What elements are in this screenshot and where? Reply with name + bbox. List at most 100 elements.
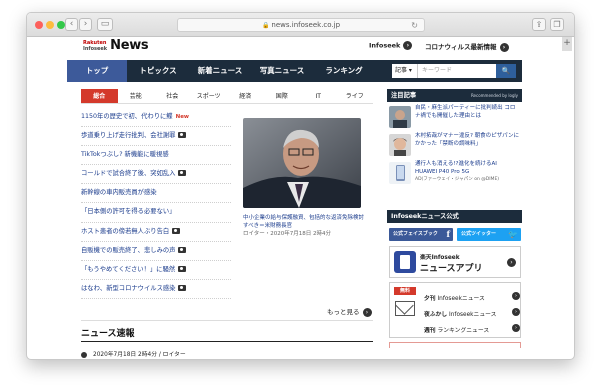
camera-icon bbox=[172, 227, 181, 234]
article-title: 「日本側の許可を得る必要ない」 bbox=[81, 208, 176, 216]
tab-keizai[interactable]: 経済 bbox=[227, 89, 264, 103]
sokuho-item-text: 2020年7月18日 2時4分 / ロイター bbox=[93, 352, 186, 358]
new-badge: New bbox=[175, 114, 190, 120]
logo-wordmark: Rakuten Infoseek bbox=[83, 40, 107, 52]
list-item[interactable]: はなわ、新型コロナウイルス感染 bbox=[81, 280, 231, 299]
search-input[interactable]: キーワード bbox=[418, 64, 496, 78]
mail-row-name: 夜ふかし bbox=[424, 312, 448, 318]
facebook-button[interactable]: 公式フェイスブック f bbox=[389, 228, 453, 241]
envelope-icon bbox=[395, 301, 415, 316]
twitter-icon: 🐦 bbox=[508, 230, 518, 239]
chevron-right-icon: › bbox=[512, 324, 520, 332]
camera-icon bbox=[178, 246, 187, 253]
tab-geinou[interactable]: 芸能 bbox=[118, 89, 155, 103]
list-item[interactable]: 1150年の歴史で初、代わりに鰈 New bbox=[81, 108, 231, 128]
article-title: コールドで試合終了後、突如乱入 bbox=[81, 170, 176, 178]
chui-header-title: 注目記事 bbox=[391, 92, 417, 99]
browser-window: ‹ › ▭ 🔒 news.infoseek.co.jp ↻ ⇪ ❐ + Rakut… bbox=[26, 12, 575, 360]
list-item[interactable]: コールドで試合終了後、突如乱入 bbox=[81, 165, 231, 185]
tab-sougou[interactable]: 総合 bbox=[81, 89, 118, 103]
article-title: ホスト患者の傍若無人ぶり告白 bbox=[81, 227, 170, 235]
camera-icon bbox=[178, 170, 187, 177]
article-title: TikTokつぶし? 新機能に暖視感 bbox=[81, 151, 169, 159]
article-list: 1150年の歴史で初、代わりに鰈 New 歩道乗り上げ走行批判、会社謝罪 TikT… bbox=[81, 108, 231, 299]
tab-life[interactable]: ライフ bbox=[337, 89, 374, 103]
featured-photo[interactable] bbox=[243, 118, 361, 208]
search-button[interactable]: 🔍 bbox=[496, 64, 516, 78]
facebook-label: 公式フェイスブック bbox=[393, 231, 438, 237]
nav-topics[interactable]: トピックス bbox=[127, 60, 189, 82]
featured-title: 中小企業の給与保護融資、包括的な返済免除検討すべき＝米財務長官 bbox=[243, 215, 365, 229]
chui-item[interactable]: 通行人も消える!?進化を続けるAI HUAWEI P40 Pro 5G AD(フ… bbox=[389, 160, 521, 188]
chui-item-text-wrap: 通行人も消える!?進化を続けるAI HUAWEI P40 Pro 5G AD(フ… bbox=[415, 161, 519, 184]
twitter-button[interactable]: 公式ツイッター 🐦 bbox=[457, 228, 521, 241]
search-type-select[interactable]: 記事 ▾ bbox=[392, 64, 418, 78]
list-item[interactable]: 歩道乗り上げ走行批判、会社謝罪 bbox=[81, 127, 231, 147]
list-item[interactable]: TikTokつぶし? 新機能に暖視感 bbox=[81, 146, 231, 166]
koushiki-header-title: Infoseekニュース公式 bbox=[391, 213, 459, 220]
tab-kokusai[interactable]: 国際 bbox=[264, 89, 301, 103]
search-form: 記事 ▾ キーワード 🔍 bbox=[392, 64, 516, 78]
free-badge: 無料 bbox=[394, 287, 416, 295]
camera-icon bbox=[178, 132, 187, 139]
chui-item[interactable]: 自民・麻生派パーティーに批判続出 コロナ禍でも開催した理由とは bbox=[389, 104, 521, 132]
tab-it[interactable]: IT bbox=[300, 89, 337, 103]
article-title: 「もうやめてください！」に騒然 bbox=[81, 265, 176, 273]
article-title: 新幹線の車内販売員が感染 bbox=[81, 189, 157, 197]
chevron-right-icon: › bbox=[507, 258, 516, 267]
app-promo[interactable]: 楽天Infoseek ニュースアプリ › bbox=[389, 246, 521, 278]
nav-top[interactable]: トップ bbox=[67, 60, 127, 82]
tab-shakai[interactable]: 社会 bbox=[154, 89, 191, 103]
chevron-right-icon: › bbox=[362, 307, 372, 317]
chevron-right-icon: › bbox=[512, 308, 520, 316]
more-link[interactable]: もっと見る › bbox=[327, 306, 372, 317]
chui-item-text: 自民・麻生派パーティーに批判続出 コロナ禍でも開催した理由とは bbox=[415, 105, 516, 119]
chui-item-text: 木村拓哉がマナー違反? 朝食のピザパンにかかった「禁断の調味料」 bbox=[415, 133, 519, 147]
list-item[interactable]: ホスト患者の傍若無人ぶり告白 bbox=[81, 223, 231, 242]
list-item[interactable]: 自販機での販売終了、悲しみの声 bbox=[81, 242, 231, 261]
mail-row-yofukashi[interactable]: 夜ふかし Infoseekニュース › bbox=[424, 308, 520, 318]
app-icon bbox=[394, 251, 416, 273]
category-tabs: 総合 芸能 社会 スポーツ 経済 国際 IT ライフ bbox=[81, 89, 373, 104]
chui-item[interactable]: 木村拓哉がマナー違反? 朝食のピザパンにかかった「禁断の調味料」 bbox=[389, 132, 521, 160]
list-item[interactable]: 「日本側の許可を得る必要ない」 bbox=[81, 203, 231, 223]
nav-ranking[interactable]: ランキング bbox=[313, 60, 375, 82]
site-logo[interactable]: Rakuten Infoseek News bbox=[83, 38, 149, 53]
nav-new-news[interactable]: 新着ニュース bbox=[189, 60, 251, 82]
ad-box-edge bbox=[389, 342, 521, 348]
chevron-right-icon: › bbox=[499, 42, 509, 52]
bullet-icon bbox=[81, 351, 87, 358]
article-title: 1150年の歴史で初、代わりに鰈 bbox=[81, 113, 173, 120]
article-title: 歩道乗り上げ走行批判、会社謝罪 bbox=[81, 132, 176, 140]
tab-sports[interactable]: スポーツ bbox=[191, 89, 228, 103]
chevron-right-icon: › bbox=[512, 292, 520, 300]
nav-photo-news[interactable]: 写真ニュース bbox=[251, 60, 313, 82]
koushiki-header: Infoseekニュース公式 bbox=[387, 210, 522, 223]
page-content: Rakuten Infoseek News Infoseek › コロナウィルス最… bbox=[27, 13, 574, 359]
list-item[interactable]: 「もうやめてください！」に騒然 bbox=[81, 261, 231, 280]
corona-link[interactable]: コロナウィルス最新情報 › bbox=[425, 41, 509, 52]
article-title: 自販機での販売終了、悲しみの声 bbox=[81, 246, 176, 254]
global-nav: トップ トピックス 新着ニュース 写真ニュース ランキング 記事 ▾ キーワード… bbox=[67, 60, 522, 82]
sokuho-item[interactable]: 2020年7月18日 2時4分 / ロイター bbox=[81, 349, 186, 358]
featured-caption[interactable]: 中小企業の給与保護融資、包括的な返済免除検討すべき＝米財務長官 ロイター・202… bbox=[243, 214, 369, 238]
search-icon: 🔍 bbox=[501, 67, 511, 75]
divider bbox=[81, 341, 373, 342]
chui-header: 注目記事 Recommended by logly bbox=[387, 89, 522, 102]
divider bbox=[81, 320, 373, 321]
mail-row-text: Infoseekニュース bbox=[435, 296, 485, 302]
chui-item-text: 通行人も消える!?進化を続けるAI HUAWEI P40 Pro 5G bbox=[415, 161, 497, 175]
mail-row-text: Infoseekニュース bbox=[447, 312, 497, 318]
logo-infoseek: Infoseek bbox=[83, 45, 108, 52]
logo-news: News bbox=[110, 38, 149, 53]
mail-row-shukan[interactable]: 週刊 ランキングニュース › bbox=[424, 324, 520, 334]
mail-magazine-box: 無料 夕刊 Infoseekニュース › 夜ふかし Infoseekニュース › 週… bbox=[389, 282, 521, 338]
featured-meta: ロイター・2020年7月18日 2時4分 bbox=[243, 231, 332, 237]
mail-row-yukan[interactable]: 夕刊 Infoseekニュース › bbox=[424, 292, 520, 302]
infoseek-link[interactable]: Infoseek › bbox=[369, 41, 413, 50]
list-item[interactable]: 新幹線の車内販売員が感染 bbox=[81, 184, 231, 204]
chui-thumbnail bbox=[389, 162, 411, 184]
chui-thumbnail bbox=[389, 134, 411, 156]
app-title-bottom: ニュースアプリ bbox=[420, 264, 483, 274]
mail-row-name: 週刊 bbox=[424, 328, 436, 334]
